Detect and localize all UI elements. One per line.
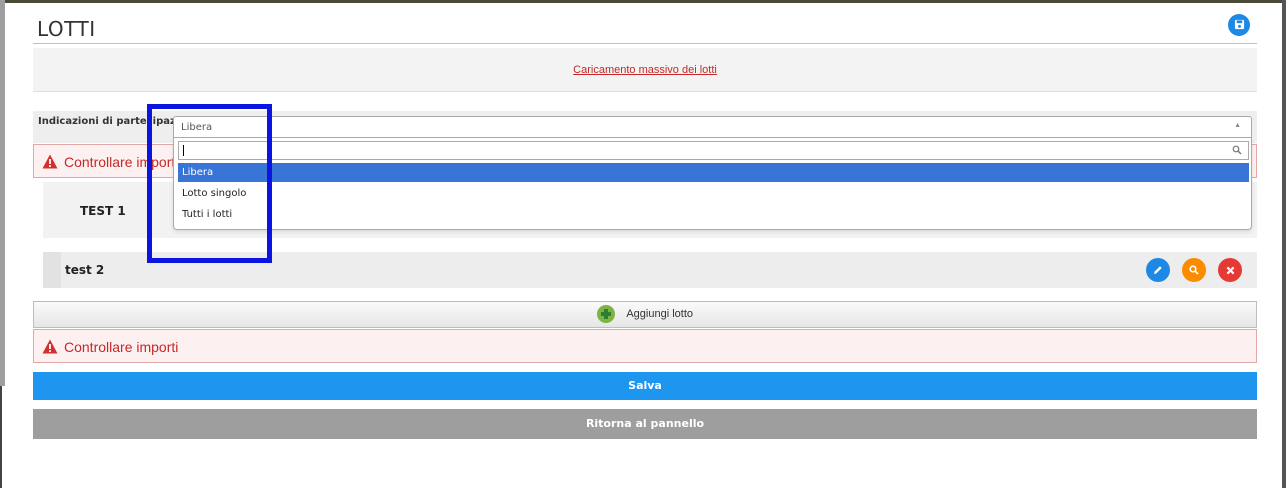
title-divider: [33, 43, 1257, 44]
edit-icon: [1154, 266, 1162, 274]
warning-text: Controllare importi: [64, 339, 179, 355]
warning-alert-bottom: Controllare importi: [33, 329, 1257, 363]
chevron-up-icon: ▲: [1234, 122, 1241, 129]
participation-dropdown: Libera Lotto singolo Tutti i lotti: [173, 138, 1252, 230]
floppy-disk-icon: [1234, 19, 1244, 30]
dropdown-option[interactable]: Libera: [178, 163, 1249, 182]
participation-select[interactable]: Libera ▲: [173, 116, 1252, 138]
lot-row-handle: [43, 252, 61, 288]
search-icon: [1232, 145, 1242, 155]
search-icon: [1189, 265, 1199, 275]
add-lot-label: Aggiungi lotto: [626, 308, 693, 320]
window-frame-right: [1282, 0, 1286, 488]
warning-icon: [42, 339, 58, 354]
dropdown-option[interactable]: Lotto singolo: [178, 184, 1249, 203]
dropdown-search-input[interactable]: [178, 141, 1249, 160]
delete-lot-button[interactable]: [1218, 258, 1242, 282]
mass-upload-bar: Caricamento massivo dei lotti: [33, 48, 1257, 92]
back-to-panel-button[interactable]: Ritorna al pannello: [33, 409, 1257, 439]
lot-name: TEST 1: [80, 204, 126, 218]
add-icon: [596, 305, 615, 323]
save-button[interactable]: Salva: [33, 372, 1257, 400]
window-frame-top: [5, 0, 1282, 3]
warning-icon: [42, 154, 58, 169]
lot-name: test 2: [65, 263, 105, 277]
window-frame-left-lower: [0, 386, 2, 488]
mass-upload-link[interactable]: Caricamento massivo dei lotti: [573, 64, 717, 76]
save-icon[interactable]: [1228, 14, 1250, 36]
window-frame-left: [0, 0, 5, 386]
annotation-highlight-box: [147, 104, 272, 263]
close-icon: [1226, 266, 1234, 274]
add-lot-button[interactable]: Aggiungi lotto: [33, 301, 1257, 328]
page-title: LOTTI: [37, 17, 96, 41]
edit-lot-button[interactable]: [1146, 258, 1170, 282]
view-lot-button[interactable]: [1182, 258, 1206, 282]
dropdown-option[interactable]: Tutti i lotti: [178, 205, 1249, 224]
